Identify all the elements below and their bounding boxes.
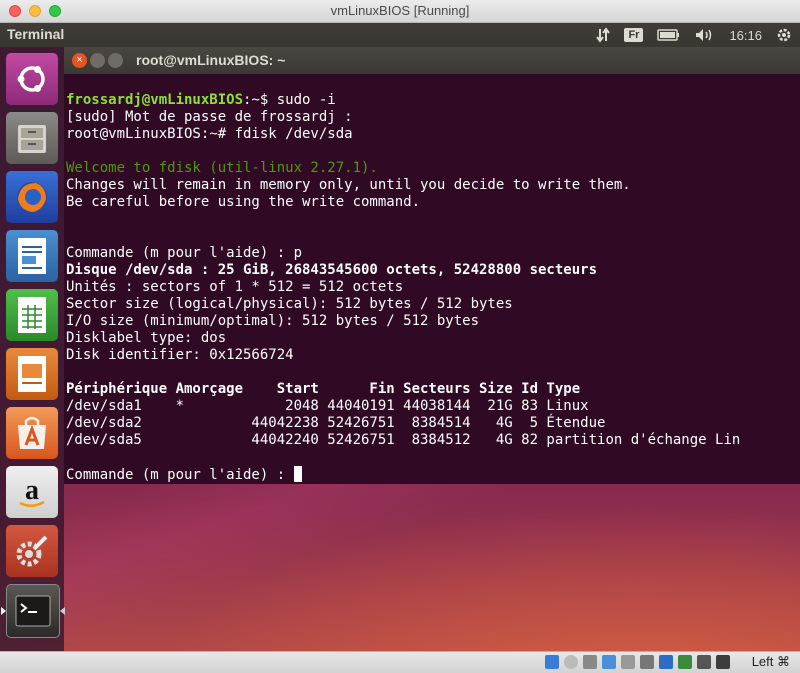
terminal-titlebar[interactable]: × root@vmLinuxBIOS: ~ bbox=[64, 47, 800, 74]
cpu-icon[interactable] bbox=[697, 655, 711, 669]
host-key-indicator[interactable]: Left ⌘ bbox=[752, 654, 790, 670]
network-adapter-icon[interactable] bbox=[602, 655, 616, 669]
usb-icon[interactable] bbox=[621, 655, 635, 669]
audio-icon[interactable] bbox=[583, 655, 597, 669]
file-cabinet-icon bbox=[18, 125, 46, 153]
network-icon[interactable] bbox=[596, 27, 611, 43]
vbox-status-bar: Left ⌘ bbox=[0, 651, 800, 673]
battery-icon[interactable] bbox=[657, 29, 681, 41]
prompt-user: frossardj@vmLinuxBIOS bbox=[66, 92, 244, 108]
host-window-titlebar: vmLinuxBIOS [Running] bbox=[0, 0, 800, 23]
optical-drive-icon[interactable] bbox=[564, 655, 578, 669]
prompt-path: :~$ bbox=[243, 92, 277, 108]
command-prompt: Commande (m pour l'aide) : bbox=[66, 467, 294, 483]
svg-text:a: a bbox=[25, 475, 39, 506]
keyboard-icon[interactable]: Fr bbox=[624, 28, 644, 42]
volume-icon[interactable] bbox=[695, 28, 715, 42]
host-window-title: vmLinuxBIOS [Running] bbox=[330, 3, 470, 18]
terminal-line: [sudo] Mot de passe de frossardj : bbox=[66, 109, 353, 125]
unity-launcher: a bbox=[0, 47, 65, 651]
terminal-window[interactable]: × root@vmLinuxBIOS: ~ frossardj@vmLinuxB… bbox=[64, 47, 800, 484]
display-icon[interactable] bbox=[659, 655, 673, 669]
calc-icon bbox=[18, 297, 46, 333]
ubuntu-logo-icon bbox=[17, 66, 45, 92]
clock[interactable]: 16:16 bbox=[729, 28, 762, 43]
terminal-line: Welcome to fdisk (util-linux 2.27.1). bbox=[66, 160, 378, 176]
partition-row: /dev/sda2 44042238 52426751 8384514 4G 5… bbox=[66, 415, 606, 431]
terminal-line: Be careful before using the write comman… bbox=[66, 194, 421, 210]
partition-row: /dev/sda1 * 2048 44040191 44038144 21G 8… bbox=[66, 398, 589, 414]
vbox-device-icons bbox=[545, 655, 730, 669]
terminal-title: root@vmLinuxBIOS: ~ bbox=[136, 52, 286, 68]
launcher-amazon[interactable]: a bbox=[6, 466, 58, 518]
launcher-dash[interactable] bbox=[6, 53, 58, 105]
keyboard-layout-label: Fr bbox=[624, 28, 644, 42]
terminal-close-button[interactable]: × bbox=[72, 53, 87, 68]
ubuntu-top-panel: Terminal Fr 16:16 bbox=[0, 23, 800, 47]
terminal-icon bbox=[15, 595, 51, 627]
launcher-impress[interactable] bbox=[6, 348, 58, 400]
launcher-writer[interactable] bbox=[6, 230, 58, 282]
launcher-calc[interactable] bbox=[6, 289, 58, 341]
terminal-line: frossardj@vmLinuxBIOS:~$ sudo -i bbox=[66, 92, 798, 109]
terminal-line: Disque /dev/sda : 25 GiB, 26843545600 oc… bbox=[66, 262, 598, 278]
writer-icon bbox=[18, 238, 46, 274]
terminal-line: Disk identifier: 0x12566724 bbox=[66, 347, 294, 363]
firefox-icon bbox=[17, 182, 47, 212]
impress-icon bbox=[18, 356, 46, 392]
terminal-line: Commande (m pour l'aide) : p bbox=[66, 245, 303, 261]
active-app-name: Terminal bbox=[7, 26, 65, 42]
active-indicator bbox=[60, 607, 65, 615]
mouse-integration-icon[interactable] bbox=[716, 655, 730, 669]
settings-wrench-icon bbox=[16, 535, 48, 567]
hard-disk-icon[interactable] bbox=[545, 655, 559, 669]
indicator-area: Fr 16:16 bbox=[596, 23, 800, 47]
terminal-line: Changes will remain in memory only, unti… bbox=[66, 177, 631, 193]
power-gear-icon[interactable] bbox=[776, 27, 792, 43]
launcher-terminal[interactable] bbox=[1, 584, 65, 638]
amazon-icon: a bbox=[19, 475, 45, 507]
launcher-software[interactable] bbox=[6, 407, 58, 459]
launcher-firefox[interactable] bbox=[6, 171, 58, 223]
terminal-line: I/O size (minimum/optimal): 512 bytes / … bbox=[66, 313, 480, 329]
terminal-input-line[interactable]: Commande (m pour l'aide) : bbox=[66, 466, 798, 483]
running-indicator bbox=[1, 607, 6, 615]
terminal-output[interactable]: frossardj@vmLinuxBIOS:~$ sudo -i [sudo] M… bbox=[66, 92, 798, 483]
command-text: sudo -i bbox=[276, 92, 336, 108]
video-capture-icon[interactable] bbox=[678, 655, 692, 669]
launcher-settings[interactable] bbox=[6, 525, 58, 577]
terminal-maximize-button[interactable] bbox=[108, 53, 123, 68]
terminal-line: Disklabel type: dos bbox=[66, 330, 227, 346]
terminal-line: root@vmLinuxBIOS:~# fdisk /dev/sda bbox=[66, 126, 353, 142]
partition-row: /dev/sda5 44042240 52426751 8384512 4G 8… bbox=[66, 432, 741, 448]
shared-folders-icon[interactable] bbox=[640, 655, 654, 669]
terminal-line: Unités : sectors of 1 * 512 = 512 octets bbox=[66, 279, 404, 295]
software-bag-icon bbox=[18, 416, 46, 449]
launcher-files[interactable] bbox=[6, 112, 58, 164]
text-cursor bbox=[293, 466, 302, 482]
partition-table-header: Périphérique Amorçage Start Fin Secteurs… bbox=[66, 381, 581, 397]
terminal-line: Sector size (logical/physical): 512 byte… bbox=[66, 296, 513, 312]
terminal-minimize-button[interactable] bbox=[90, 53, 105, 68]
